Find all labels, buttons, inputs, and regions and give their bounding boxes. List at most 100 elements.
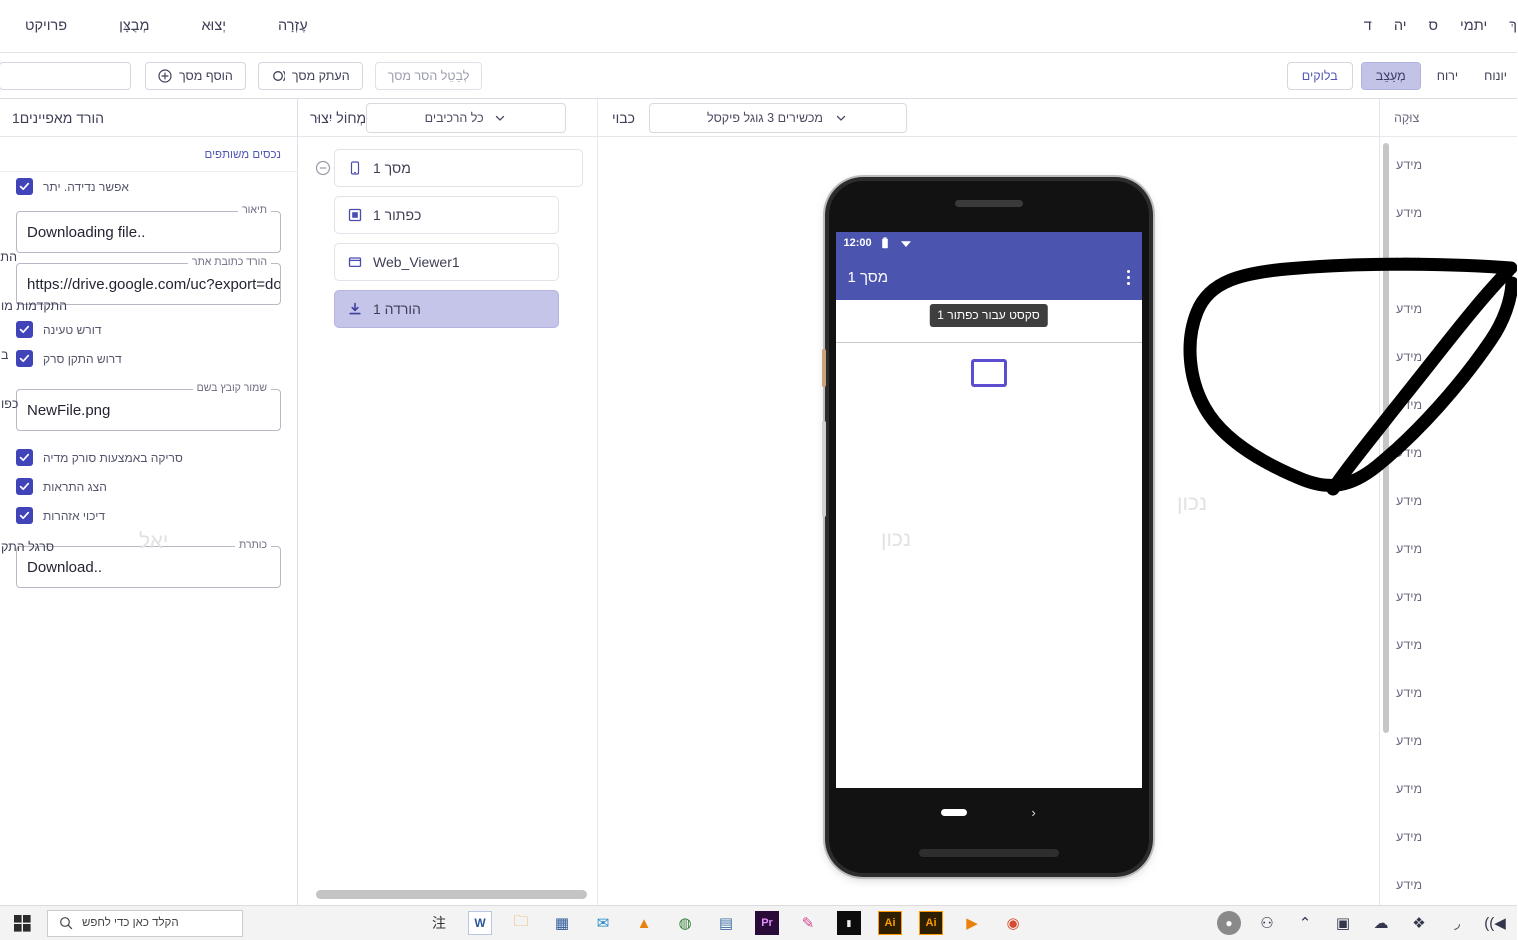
property-label: אפשר נדידה. יתר [44, 179, 130, 194]
list-item[interactable]: מידע [1381, 381, 1518, 429]
account-text-2[interactable]: ס [1430, 18, 1440, 34]
tree-node-download1[interactable]: הורדה 1 [335, 290, 560, 328]
tree-node-button1[interactable]: כפתור 1 [335, 196, 560, 234]
tray-people-icon[interactable]: ⚇ [1256, 911, 1280, 935]
menu-item-build[interactable]: יְצוּא [176, 12, 253, 40]
menu-item-help[interactable]: עֶזְרָה [253, 12, 335, 40]
tray-bluetooth-icon[interactable]: ❖ [1408, 911, 1432, 935]
button1-widget[interactable]: סקסט עבור כפתור 1 [930, 304, 1049, 327]
tree-row: מסך 1 [299, 149, 598, 187]
list-item[interactable]: מידע [1381, 765, 1518, 813]
app-word-icon[interactable]: W [469, 911, 493, 935]
download-url-input[interactable]: https://drive.google.com/uc?export=dowr [17, 263, 282, 305]
app-chrome-alt-icon[interactable]: ◉ [1002, 911, 1026, 935]
property-field-save-as: שמור קובץ בשם NewFile.png [17, 382, 282, 431]
app-vlc-icon[interactable]: ▲ [633, 911, 657, 935]
list-item[interactable]: מידע [1381, 525, 1518, 573]
windows-logo-icon [14, 914, 32, 932]
checkbox-icon[interactable] [17, 178, 34, 195]
list-item[interactable]: מידע [1381, 573, 1518, 621]
property-row-requires-device-idle[interactable]: דרוש התקן סרק [1, 344, 298, 373]
app-hebrew-icon[interactable]: 注 [428, 911, 452, 935]
title-input[interactable]: Download.. [17, 546, 282, 588]
nav-back-icon[interactable]: ‹ [1032, 805, 1036, 820]
app-illustrator-icon[interactable]: Ai [920, 911, 944, 935]
list-item[interactable]: מידע [1381, 621, 1518, 669]
overflow-menu-icon[interactable] [1127, 269, 1131, 285]
tree-node-screen1[interactable]: מסך 1 [335, 149, 584, 187]
checkbox-icon[interactable] [17, 507, 34, 524]
menu-items: פרויקט מְבֻצָּן יְצוּא עֶזְרָה [0, 12, 335, 40]
tray-account-icon[interactable]: ● [1218, 911, 1242, 935]
app-mail-icon[interactable]: ✉ [592, 911, 616, 935]
property-row-show-notifications[interactable]: הצג התראות [1, 472, 298, 501]
webviewer1-widget[interactable] [836, 342, 1143, 788]
viewer-header: כבוי מכשירים 3 גוגל פיקסל [599, 99, 1380, 137]
list-item[interactable]: מידע [1381, 717, 1518, 765]
app-illustrator-2-icon[interactable]: Ai [879, 911, 903, 935]
checkbox-icon[interactable] [17, 478, 34, 495]
remove-screen-button[interactable]: לְבַטֵל הסר מסך [375, 61, 484, 90]
account-text-0[interactable]: ד [1365, 18, 1373, 34]
app-scanner-icon[interactable]: ▤ [715, 911, 739, 935]
copy-screen-button[interactable]: העתק מסך [258, 61, 364, 90]
property-row-media-scanner[interactable]: סריקה באמצעות סורק מדיה [1, 443, 298, 472]
list-item[interactable]: מידע [1381, 669, 1518, 717]
tray-wifi-icon[interactable]: ◞ [1446, 911, 1470, 935]
menu-item-connect[interactable]: מְבֻצָּן [94, 12, 176, 40]
palette-scrollbar[interactable] [1384, 143, 1390, 733]
app-media-player-icon[interactable]: ▶ [961, 911, 985, 935]
start-button[interactable] [0, 906, 46, 940]
taskbar-search-box[interactable]: הקלד כאן כדי לחפש [48, 909, 244, 937]
components-header-row: מְחוֹל יִצוּר כל הרכיבים [299, 99, 598, 137]
list-item[interactable]: מידע [1381, 189, 1518, 237]
app-terminal-icon[interactable]: ▮ [838, 911, 862, 935]
nav-home-pill-icon[interactable] [942, 808, 969, 816]
taskbar-apps: ◉ ▶ Ai Ai ▮ ✎ Pr ▤ ◍ ▲ ✉ ▦ 🗀 W 注 [246, 911, 1208, 935]
screen-name-input[interactable] [0, 61, 132, 90]
property-row-suppress-warnings[interactable]: דיכוי אזהרות [1, 501, 298, 530]
search-icon [59, 915, 75, 931]
device-selector-dropdown[interactable]: מכשירים 3 גוגל פיקסל [650, 102, 908, 133]
list-item[interactable]: מידע [1381, 477, 1518, 525]
app-store-icon[interactable]: ▦ [551, 911, 575, 935]
list-item[interactable]: מידע [1381, 333, 1518, 381]
tree-node-webviewer1[interactable]: Web_Viewer1 [335, 243, 560, 281]
app-paint-icon[interactable]: ✎ [797, 911, 821, 935]
checkbox-icon[interactable] [17, 321, 34, 338]
toolbar-settings-label[interactable]: ירוח [1428, 62, 1469, 90]
tray-chevron-up-icon[interactable]: ⌃ [1294, 911, 1318, 935]
account-text-4[interactable]: ךְ [1510, 18, 1518, 34]
tab-blocks[interactable]: בלוקים [1287, 61, 1354, 90]
list-item[interactable]: מידע [1381, 141, 1518, 189]
components-filter-dropdown[interactable]: כל הרכיבים [367, 102, 568, 133]
collapse-toggle-icon[interactable] [313, 160, 335, 176]
account-text-1[interactable]: יה [1395, 18, 1408, 34]
menu-item-project[interactable]: פרויקט [0, 12, 94, 40]
list-item[interactable]: מידע [1381, 237, 1518, 285]
account-text-3[interactable]: יתמי [1461, 18, 1488, 34]
tray-camera-icon[interactable]: ▣ [1332, 911, 1356, 935]
list-item[interactable]: מידע [1381, 429, 1518, 477]
property-row-allow-roaming[interactable]: אפשר נדידה. יתר [1, 172, 298, 201]
app-chrome-icon[interactable]: ◍ [674, 911, 698, 935]
tab-designer[interactable]: מְעַצֵב [1361, 61, 1422, 90]
list-item[interactable]: מידע [1381, 285, 1518, 333]
property-row-requires-charging[interactable]: דורש טעינה [1, 315, 298, 344]
app-explorer-icon[interactable]: 🗀 [510, 911, 534, 935]
app-premiere-icon[interactable]: Pr [756, 911, 780, 935]
add-screen-button[interactable]: הוסף מסך [146, 61, 247, 90]
checkbox-icon[interactable] [17, 350, 34, 367]
tray-volume-icon[interactable]: ◀)) [1484, 911, 1508, 935]
palette-list: מידע מידע מידע מידע מידע מידע מידע מידע … [1381, 137, 1518, 905]
screen-body: סקסט עבור כפתור 1 [836, 300, 1143, 788]
save-file-as-input[interactable]: NewFile.png [17, 389, 282, 431]
checkbox-icon[interactable] [17, 449, 34, 466]
list-item[interactable]: מידע [1381, 861, 1518, 905]
phone-volume-button [822, 349, 827, 387]
description-input[interactable]: Downloading file.. [17, 211, 282, 253]
tray-cloud-icon[interactable]: ☁ [1370, 911, 1394, 935]
list-item[interactable]: מידע [1381, 813, 1518, 861]
components-horizontal-scrollbar[interactable] [309, 890, 588, 899]
toolbar-publish-label[interactable]: יונוח [1475, 62, 1518, 90]
